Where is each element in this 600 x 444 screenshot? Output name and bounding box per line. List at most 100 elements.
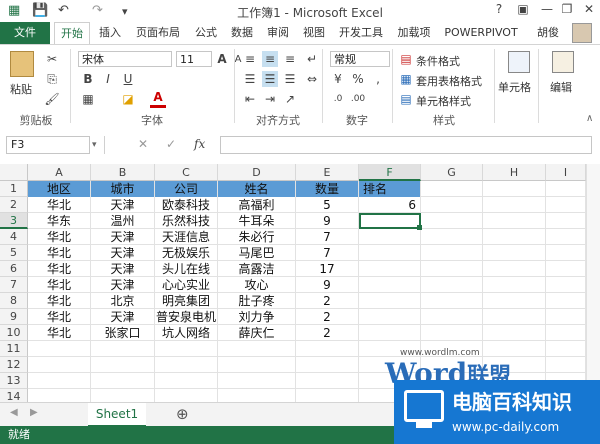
- table-cell[interactable]: 天津: [91, 261, 154, 277]
- tab-developer[interactable]: 开发工具: [334, 22, 388, 44]
- table-cell[interactable]: 2: [296, 325, 358, 341]
- column-header-a[interactable]: A: [28, 164, 91, 181]
- column-header-c[interactable]: C: [155, 164, 218, 181]
- fill-color-icon[interactable]: ◪: [120, 91, 136, 107]
- font-size-select[interactable]: 11: [176, 51, 212, 67]
- column-header-h[interactable]: H: [483, 164, 546, 181]
- next-sheet-icon[interactable]: ▶: [30, 407, 38, 418]
- table-cell[interactable]: 无极娱乐: [155, 245, 217, 261]
- row-header-11[interactable]: 11: [0, 341, 28, 357]
- tab-page-layout[interactable]: 页面布局: [130, 22, 186, 44]
- editing-button[interactable]: 编辑: [550, 79, 572, 95]
- underline-button[interactable]: U: [120, 71, 136, 87]
- table-cell[interactable]: 天涯信息: [155, 229, 217, 245]
- align-top-icon[interactable]: ≡: [242, 51, 258, 67]
- table-cell[interactable]: 9: [296, 213, 358, 229]
- tab-data[interactable]: 数据: [226, 22, 258, 44]
- row-header-6[interactable]: 6: [0, 261, 28, 277]
- tab-formulas[interactable]: 公式: [190, 22, 222, 44]
- row-header-13[interactable]: 13: [0, 373, 28, 389]
- cells-button[interactable]: 单元格: [498, 79, 531, 95]
- table-header-cell[interactable]: 地区: [28, 181, 90, 197]
- italic-button[interactable]: I: [100, 71, 116, 87]
- table-cell[interactable]: 天津: [91, 197, 154, 213]
- table-cell[interactable]: 天津: [91, 229, 154, 245]
- table-cell[interactable]: 牛耳朵: [218, 213, 295, 229]
- format-as-table-button[interactable]: 套用表格格式: [416, 73, 482, 89]
- number-format-select[interactable]: 常规: [330, 51, 390, 67]
- table-cell[interactable]: 7: [296, 229, 358, 245]
- row-header-5[interactable]: 5: [0, 245, 28, 261]
- tab-powerpivot[interactable]: POWERPIVOT: [440, 22, 522, 44]
- table-cell[interactable]: 坑人网络: [155, 325, 217, 341]
- table-cell[interactable]: 明亮集团: [155, 293, 217, 309]
- table-cell[interactable]: 华北: [28, 277, 90, 293]
- table-cell[interactable]: 普安泉电机: [155, 309, 217, 325]
- row-header-9[interactable]: 9: [0, 309, 28, 325]
- prev-sheet-icon[interactable]: ◀: [10, 407, 18, 418]
- row-header-7[interactable]: 7: [0, 277, 28, 293]
- font-name-select[interactable]: 宋体: [78, 51, 172, 67]
- table-cell[interactable]: 刘力争: [218, 309, 295, 325]
- table-header-cell[interactable]: 姓名: [218, 181, 295, 197]
- column-header-f[interactable]: F: [359, 164, 421, 181]
- border-icon[interactable]: ▦: [80, 91, 96, 107]
- table-cell[interactable]: 华北: [28, 229, 90, 245]
- increase-decimal-icon[interactable]: .0: [330, 91, 346, 107]
- table-header-cell[interactable]: 排名: [359, 181, 420, 197]
- table-cell[interactable]: 欧泰科技: [155, 197, 217, 213]
- restore-button[interactable]: ❐: [556, 2, 578, 20]
- column-header-d[interactable]: D: [218, 164, 296, 181]
- paste-icon[interactable]: [10, 51, 34, 77]
- table-cell[interactable]: 马尾巴: [218, 245, 295, 261]
- grow-font-button[interactable]: A: [214, 51, 230, 67]
- row-header-4[interactable]: 4: [0, 229, 28, 245]
- table-cell[interactable]: 华北: [28, 245, 90, 261]
- cancel-button[interactable]: ✕: [138, 137, 148, 151]
- table-cell[interactable]: 天津: [91, 277, 154, 293]
- paste-button[interactable]: 粘贴: [10, 81, 32, 97]
- table-cell[interactable]: 华北: [28, 325, 90, 341]
- add-sheet-button[interactable]: ⊕: [176, 405, 189, 423]
- table-cell[interactable]: 高福利: [218, 197, 295, 213]
- tab-file[interactable]: 文件: [0, 22, 50, 44]
- enter-button[interactable]: ✓: [166, 137, 176, 151]
- align-center-icon[interactable]: ☰: [262, 71, 278, 87]
- decrease-indent-icon[interactable]: ⇤: [242, 91, 258, 107]
- table-cell[interactable]: 高露洁: [218, 261, 295, 277]
- tab-home[interactable]: 开始: [54, 22, 90, 45]
- table-cell[interactable]: 华北: [28, 197, 90, 213]
- table-cell[interactable]: 华北: [28, 261, 90, 277]
- customize-qat-icon[interactable]: ▾: [122, 5, 128, 18]
- fill-handle[interactable]: [417, 225, 422, 230]
- increase-indent-icon[interactable]: ⇥: [262, 91, 278, 107]
- table-cell[interactable]: 张家口: [91, 325, 154, 341]
- column-header-e[interactable]: E: [296, 164, 359, 181]
- name-box[interactable]: F3: [6, 136, 90, 154]
- tab-review[interactable]: 审阅: [262, 22, 294, 44]
- table-header-cell[interactable]: 城市: [91, 181, 154, 197]
- active-cell-border[interactable]: [359, 213, 421, 229]
- table-cell[interactable]: 天津: [91, 245, 154, 261]
- conditional-format-icon[interactable]: ▤: [398, 51, 414, 67]
- table-cell[interactable]: 2: [296, 309, 358, 325]
- font-color-icon[interactable]: A: [150, 89, 166, 108]
- align-right-icon[interactable]: ☰: [282, 71, 298, 87]
- row-header-1[interactable]: 1: [0, 181, 28, 197]
- collapse-ribbon-icon[interactable]: ∧: [586, 113, 593, 124]
- table-cell[interactable]: 温州: [91, 213, 154, 229]
- merge-cells-icon[interactable]: ⇔: [304, 71, 320, 87]
- cell-styles-button[interactable]: 单元格样式: [416, 93, 471, 109]
- table-cell[interactable]: 北京: [91, 293, 154, 309]
- align-middle-icon[interactable]: ≡: [262, 51, 278, 67]
- sheet-tab-sheet1[interactable]: Sheet1: [88, 403, 146, 427]
- table-cell[interactable]: 7: [296, 245, 358, 261]
- row-header-10[interactable]: 10: [0, 325, 28, 341]
- table-cell[interactable]: 17: [296, 261, 358, 277]
- row-header-8[interactable]: 8: [0, 293, 28, 309]
- cell-styles-icon[interactable]: ▤: [398, 91, 414, 107]
- format-painter-icon[interactable]: 🖌: [44, 91, 60, 107]
- avatar[interactable]: [572, 23, 592, 43]
- decrease-decimal-icon[interactable]: .00: [350, 91, 366, 107]
- table-cell[interactable]: 华北: [28, 309, 90, 325]
